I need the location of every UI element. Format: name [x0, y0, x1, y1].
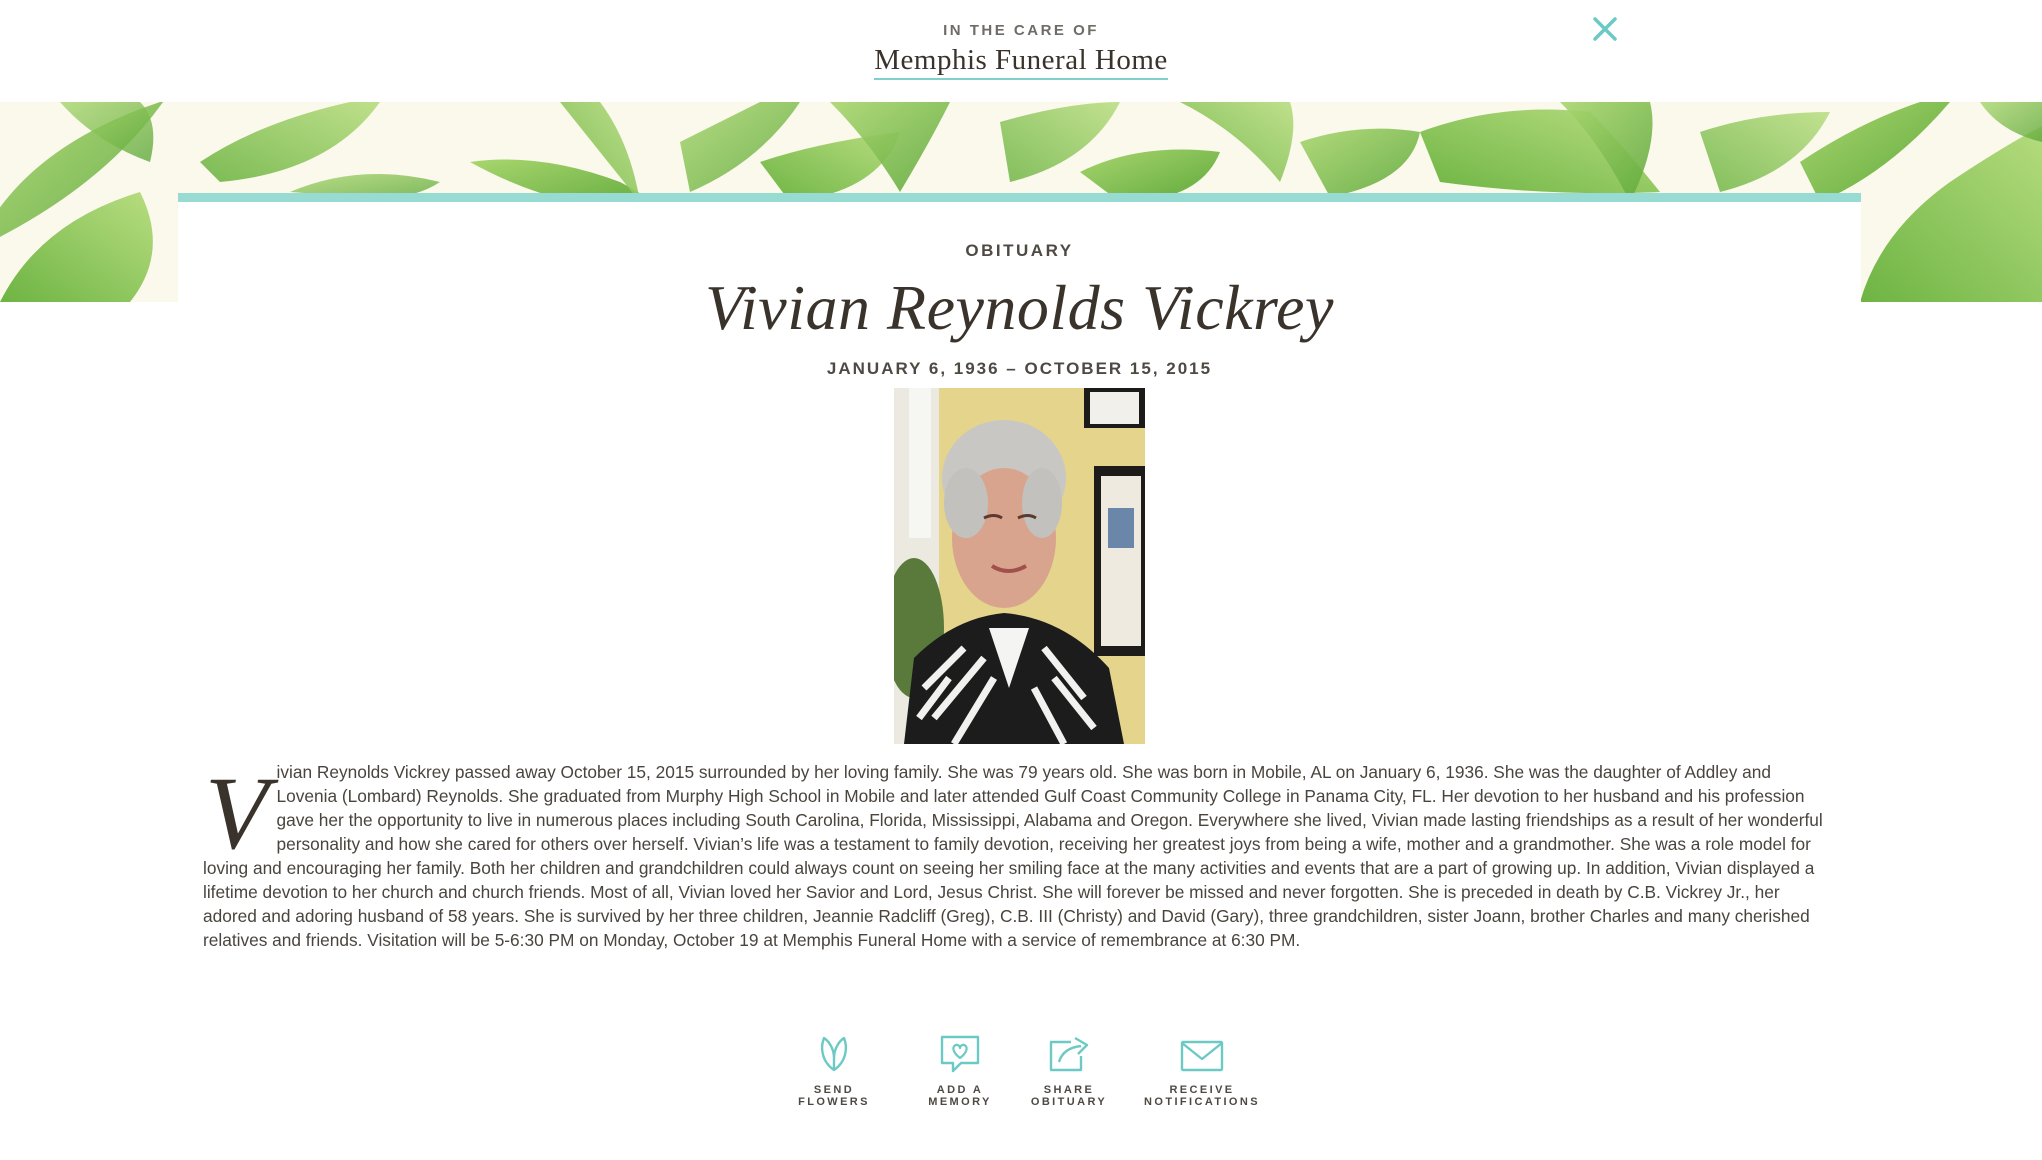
add-memory-label-1: ADD A — [936, 1084, 984, 1096]
care-label: IN THE CARE OF — [943, 22, 1099, 39]
portrait-image — [894, 388, 1145, 744]
funeral-home-row: Memphis Funeral Home — [0, 44, 2042, 80]
share-icon — [1049, 1036, 1089, 1072]
share-label-1: SHARE — [1043, 1084, 1095, 1096]
obituary-body: ivian Reynolds Vickrey passed away Octob… — [203, 762, 1823, 950]
notifications-label-2: NOTIFICATIONS — [1144, 1096, 1260, 1108]
send-flowers-label: SEND FLOWERS — [798, 1084, 870, 1108]
obituary-card: OBITUARY Vivian Reynolds Vickrey JANUARY… — [178, 193, 1861, 1160]
action-bar: SEND FLOWERS ADD A MEMORY SHARE OBITUARY… — [0, 1034, 2042, 1144]
flowers-icon — [820, 1036, 848, 1072]
header: IN THE CARE OF Memphis Funeral Home — [0, 0, 2042, 102]
portrait-photo — [894, 388, 1145, 744]
notifications-label-1: RECEIVE — [1169, 1084, 1235, 1096]
add-memory-button[interactable]: ADD A MEMORY — [916, 1034, 1004, 1108]
close-button[interactable] — [1588, 12, 1622, 46]
share-obituary-button[interactable]: SHARE OBITUARY — [1022, 1034, 1116, 1108]
receive-notifications-button[interactable]: RECEIVE NOTIFICATIONS — [1144, 1034, 1260, 1108]
deceased-name: Vivian Reynolds Vickrey — [705, 272, 1334, 343]
close-icon — [1593, 17, 1617, 41]
card-top-border — [178, 193, 1861, 202]
drop-cap: V — [205, 756, 269, 871]
section-label: OBITUARY — [965, 241, 1074, 260]
add-memory-label-2: MEMORY — [928, 1096, 992, 1108]
funeral-home-link[interactable]: Memphis Funeral Home — [874, 44, 1168, 80]
memory-heart-icon — [940, 1035, 980, 1073]
obituary-text: Vivian Reynolds Vickrey passed away Octo… — [203, 760, 1833, 952]
envelope-icon — [1180, 1040, 1224, 1072]
share-label-2: OBITUARY — [1030, 1096, 1108, 1108]
life-dates: JANUARY 6, 1936 – OCTOBER 15, 2015 — [826, 359, 1213, 378]
send-flowers-button[interactable]: SEND FLOWERS — [780, 1034, 888, 1108]
